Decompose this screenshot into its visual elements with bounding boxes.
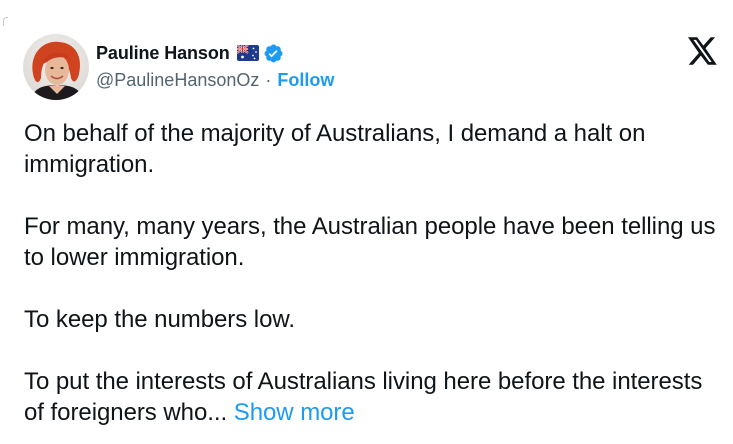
author-handle-row: @PaulineHansonOz · Follow (96, 70, 334, 91)
tweet-paragraph: On behalf of the majority of Australians… (24, 120, 646, 178)
show-more-link[interactable]: Show more (234, 399, 355, 426)
tweet-card: Pauline Hanson @PaulineHansonOz · Follow… (0, 0, 733, 444)
separator-dot: · (265, 70, 272, 90)
x-logo-icon[interactable] (688, 37, 718, 65)
follow-button[interactable]: Follow (277, 70, 334, 91)
author-handle[interactable]: @PaulineHansonOz (96, 70, 259, 91)
australia-flag-icon (236, 44, 259, 61)
author-name-row: Pauline Hanson (96, 41, 284, 65)
author-display-name[interactable]: Pauline Hanson (96, 43, 230, 64)
avatar[interactable] (23, 34, 89, 100)
tweet-paragraph-text: To put the interests of Australians livi… (24, 368, 703, 426)
tweet-paragraph-last: To put the interests of Australians livi… (24, 366, 724, 428)
tweet-body: On behalf of the majority of Australians… (24, 118, 724, 428)
corner-decoration (3, 17, 8, 26)
tweet-paragraph: For many, many years, the Australian peo… (24, 213, 716, 271)
tweet-paragraph: To keep the numbers low. (24, 306, 295, 333)
verified-badge-icon[interactable] (263, 43, 284, 64)
avatar-image (23, 34, 89, 100)
